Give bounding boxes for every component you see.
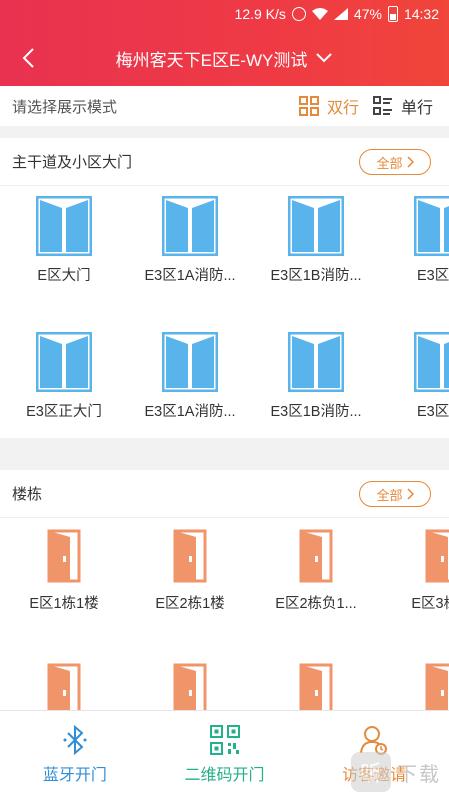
- gate-tile[interactable]: E3区1A消防...: [130, 332, 250, 421]
- view-all-button[interactable]: 全部: [359, 481, 431, 507]
- building-label: E区3栋负: [411, 596, 449, 612]
- mode-options: 双行 单行: [298, 86, 433, 126]
- gate-icon: [162, 332, 218, 392]
- gate-label: E3区1B消防...: [270, 404, 362, 420]
- building-tile[interactable]: [382, 662, 449, 710]
- gate-tile[interactable]: E3区2A: [382, 196, 449, 285]
- gate-tile[interactable]: E3区1B消防...: [256, 332, 376, 421]
- gate-label: E3区1B消防...: [270, 268, 362, 284]
- gate-tile[interactable]: E3区正大门: [4, 332, 124, 421]
- visitor-icon: [360, 726, 388, 755]
- door-icon: [47, 663, 81, 710]
- building-label: E区2栋1楼: [155, 596, 225, 612]
- single-row-option[interactable]: 单行: [372, 94, 433, 118]
- wifi-icon: [311, 8, 328, 20]
- gate-tile[interactable]: E3区1A消防...: [130, 196, 250, 285]
- door-icon: [173, 529, 207, 583]
- double-row-label: 双行: [326, 100, 359, 117]
- app-header: 12.9 K/s 47% 14:32 梅州客天下E区E-WY测试: [0, 0, 449, 86]
- building-label: E区2栋负1...: [275, 596, 357, 612]
- gate-label: E区大门: [37, 268, 91, 284]
- door-icon: [299, 529, 333, 583]
- section-header: 楼栋 全部: [0, 470, 449, 518]
- building-tile[interactable]: E区2栋1楼: [130, 528, 250, 613]
- battery-percent: 47%: [353, 6, 382, 22]
- gate-tile[interactable]: E区大门: [4, 196, 124, 285]
- door-icon: [299, 663, 333, 710]
- building-tile[interactable]: [4, 662, 124, 710]
- chevron-down-icon: [316, 53, 333, 63]
- building-tile[interactable]: E区3栋负: [382, 528, 449, 613]
- signal-icon: [333, 8, 348, 20]
- gate-icon: [36, 196, 92, 256]
- watermark-text: 下载: [397, 763, 441, 786]
- view-all-label: 全部: [376, 155, 403, 171]
- project-selector[interactable]: 梅州客天下E区E-WY测试: [116, 46, 334, 71]
- building-grid: E区1栋1楼 E区2栋1楼 E区2栋负1... E区3栋负: [0, 518, 449, 710]
- gates-section: 主干道及小区大门 全部 E区大门 E3区1A消防... E3区1B消防... E…: [0, 138, 449, 438]
- back-button[interactable]: [14, 44, 42, 72]
- single-row-label: 单行: [400, 100, 433, 117]
- view-all-button[interactable]: 全部: [359, 149, 431, 175]
- qrcode-icon: [209, 725, 240, 755]
- section-title: 主干道及小区大门: [12, 154, 133, 171]
- gate-label: E3区2A: [417, 268, 449, 284]
- building-tile[interactable]: E区1栋1楼: [4, 528, 124, 613]
- gate-icon: [414, 332, 449, 392]
- page-title: 梅州客天下E区E-WY测试: [115, 50, 308, 70]
- building-tile[interactable]: [256, 662, 376, 710]
- status-bar: 12.9 K/s 47% 14:32: [0, 0, 449, 28]
- chevron-right-icon: [406, 156, 414, 168]
- qrcode-open-tab[interactable]: 二维码开门: [150, 711, 300, 800]
- gate-icon: [162, 196, 218, 256]
- gate-label: E3区1A消防...: [144, 404, 236, 420]
- door-icon: [425, 529, 449, 583]
- chevron-left-icon: [22, 48, 34, 68]
- grid-icon: [298, 96, 319, 116]
- chevron-right-icon: [406, 488, 414, 500]
- clock: 14:32: [403, 6, 439, 22]
- gate-grid: E区大门 E3区1A消防... E3区1B消防... E3区2A E3区正大门 …: [0, 186, 449, 438]
- display-mode-bar: 请选择展示模式 双行 单行: [0, 86, 449, 126]
- mode-prompt: 请选择展示模式: [12, 98, 118, 116]
- door-icon: [425, 663, 449, 710]
- buildings-section: 楼栋 全部 E区1栋1楼 E区2栋1楼 E区2栋负1... E区3栋负: [0, 470, 449, 710]
- list-icon: [372, 96, 392, 115]
- gate-icon: [288, 332, 344, 392]
- gate-label: E3区2A: [417, 404, 449, 420]
- door-icon: [47, 529, 81, 583]
- watermark-logo: 听: [351, 752, 391, 792]
- battery-icon: [387, 6, 398, 22]
- nav-bar: 梅州客天下E区E-WY测试: [0, 38, 449, 78]
- gate-icon: [36, 332, 92, 392]
- gate-label: E3区正大门: [26, 404, 102, 420]
- qrcode-open-label: 二维码开门: [184, 767, 265, 784]
- gate-label: E3区1A消防...: [144, 268, 236, 284]
- watermark: 听 下载: [351, 752, 441, 792]
- section-title: 楼栋: [12, 486, 43, 503]
- double-row-option[interactable]: 双行: [298, 94, 359, 118]
- network-speed: 12.9 K/s: [234, 6, 286, 22]
- gate-tile[interactable]: E3区1B消防...: [256, 196, 376, 285]
- bluetooth-icon: [63, 725, 87, 755]
- section-header: 主干道及小区大门 全部: [0, 138, 449, 186]
- bluetooth-open-label: 蓝牙开门: [42, 767, 107, 784]
- gate-icon: [414, 196, 449, 256]
- alarm-icon: [291, 7, 306, 21]
- building-label: E区1栋1楼: [29, 596, 99, 612]
- gate-icon: [288, 196, 344, 256]
- bluetooth-open-tab[interactable]: 蓝牙开门: [0, 711, 150, 800]
- gate-tile[interactable]: E3区2A: [382, 332, 449, 421]
- door-icon: [173, 663, 207, 710]
- view-all-label: 全部: [376, 487, 403, 503]
- building-tile[interactable]: [130, 662, 250, 710]
- building-tile[interactable]: E区2栋负1...: [256, 528, 376, 613]
